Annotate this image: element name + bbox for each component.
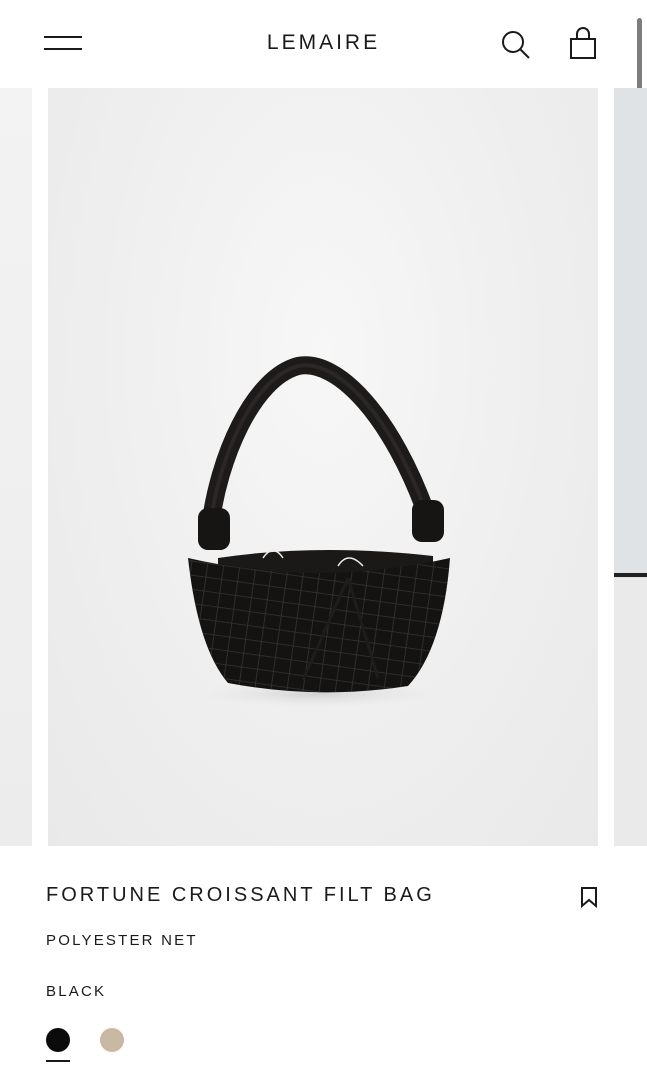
previous-slide[interactable]: [0, 88, 32, 846]
next-slide[interactable]: [614, 88, 647, 846]
shopping-bag-icon: [570, 27, 596, 59]
main-product-image[interactable]: [48, 88, 598, 846]
site-header: LEMAIRE: [0, 0, 647, 88]
cart-button[interactable]: [566, 26, 600, 62]
product-title: FORTUNE CROISSANT FILT BAG: [46, 884, 435, 906]
search-button[interactable]: [500, 28, 532, 62]
bookmark-icon: [581, 887, 597, 909]
wishlist-button[interactable]: [578, 885, 600, 909]
next-slide-detail: [614, 573, 647, 577]
bag-image: [188, 356, 450, 708]
color-swatch-black[interactable]: [46, 1028, 70, 1052]
brand-logo[interactable]: LEMAIRE: [0, 31, 647, 55]
product-image-carousel[interactable]: [0, 88, 647, 846]
search-icon: [502, 31, 530, 59]
selected-color-name: BLACK: [46, 983, 107, 1000]
color-swatch-beige[interactable]: [100, 1028, 124, 1052]
next-slide-lower: [614, 578, 647, 846]
product-material: POLYESTER NET: [46, 932, 198, 949]
product-page: LEMAIRE FORTUNE CROISSANT FILT BAG POLYE…: [0, 0, 647, 1080]
selected-swatch-indicator: [46, 1060, 70, 1062]
